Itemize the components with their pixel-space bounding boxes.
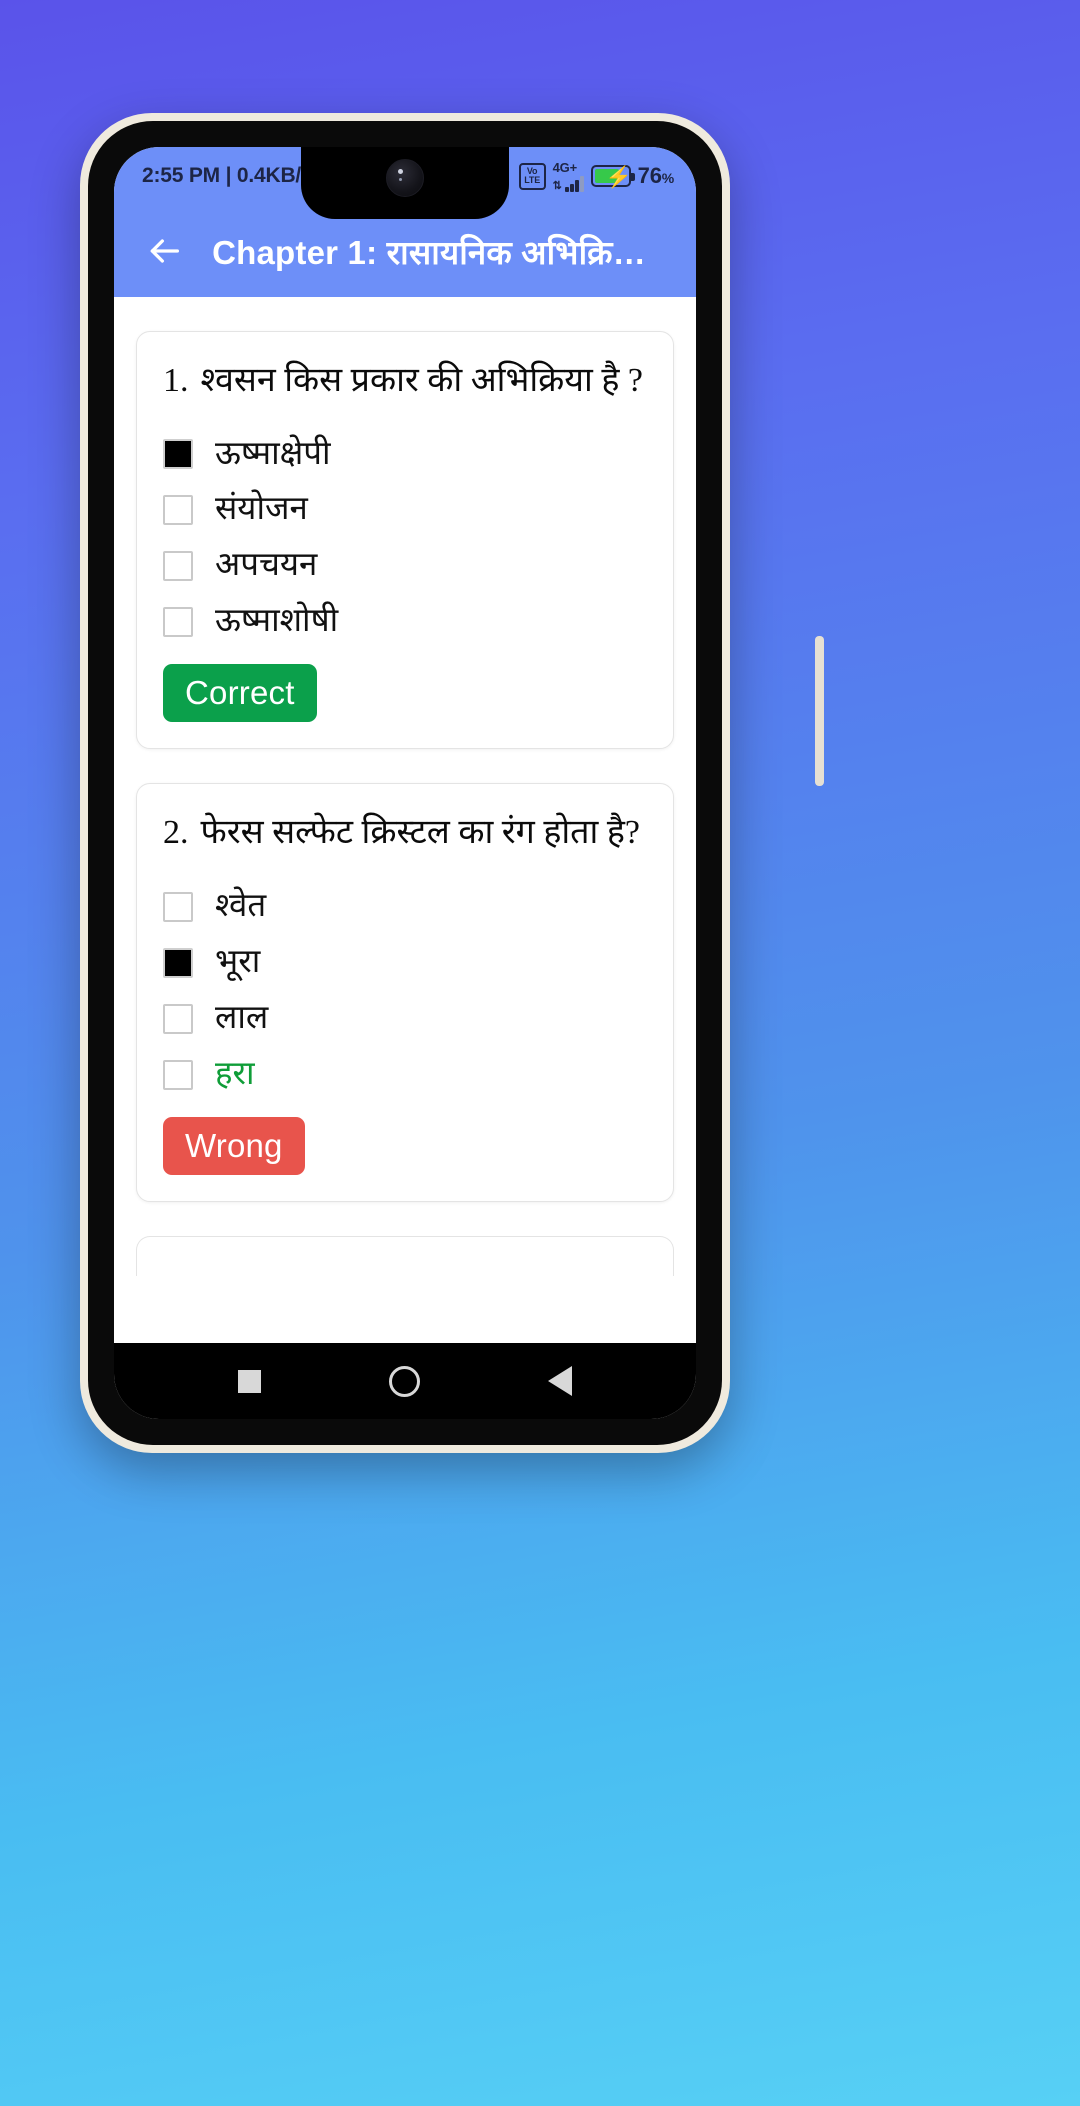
home-button[interactable] bbox=[389, 1365, 420, 1397]
signal-strength-icon: 4G+ ⇅ bbox=[553, 161, 584, 192]
option-row[interactable]: लाल bbox=[163, 991, 647, 1047]
option-label: ऊष्माशोषी bbox=[215, 603, 339, 640]
option-row[interactable]: हरा bbox=[163, 1047, 647, 1103]
option-label: ऊष्माक्षेपी bbox=[215, 435, 331, 472]
network-type-label: 4G+ bbox=[552, 159, 578, 175]
front-camera-icon bbox=[386, 159, 424, 197]
option-label: लाल bbox=[215, 999, 269, 1036]
option-checkbox[interactable] bbox=[163, 439, 193, 470]
option-row[interactable]: अपचयन bbox=[163, 538, 647, 594]
option-row[interactable]: ऊष्माक्षेपी bbox=[163, 427, 647, 483]
option-label: श्वेत bbox=[215, 887, 267, 924]
battery-percent-value: 76 bbox=[637, 163, 662, 188]
question-text: 1. श्वसन किस प्रकार की अभिक्रिया है ? bbox=[163, 360, 647, 403]
option-checkbox[interactable] bbox=[163, 1003, 193, 1034]
option-checkbox[interactable] bbox=[163, 947, 193, 978]
android-navigation-bar bbox=[114, 1343, 696, 1419]
option-checkbox[interactable] bbox=[163, 891, 193, 922]
option-row[interactable]: श्वेत bbox=[163, 879, 647, 935]
page-title: Chapter 1: रासायनिक अभिक्रि… bbox=[212, 233, 646, 271]
status-badge: Wrong bbox=[163, 1116, 305, 1175]
question-body: फेरस सल्फेट क्रिस्टल का रंग होता है? bbox=[200, 814, 641, 852]
volte-icon-bottom: LTE bbox=[524, 175, 540, 185]
recents-button[interactable] bbox=[238, 1369, 261, 1393]
option-row[interactable]: संयोजन bbox=[163, 482, 647, 538]
question-card-partial bbox=[136, 1235, 674, 1276]
back-arrow-icon[interactable] bbox=[136, 223, 192, 279]
status-bar: 2:55 PM | 0.4KB/S Vo LTE 4G+ ⇅ ⚡ 76% bbox=[114, 147, 696, 219]
signal-bar-2 bbox=[569, 183, 574, 192]
volte-icon: Vo LTE bbox=[518, 162, 546, 190]
triangle-back-icon bbox=[548, 1366, 572, 1396]
phone-body: 2:55 PM | 0.4KB/S Vo LTE 4G+ ⇅ ⚡ 76% Cha… bbox=[88, 121, 824, 1445]
status-time-and-network-speed: 2:55 PM | 0.4KB/S bbox=[142, 164, 315, 187]
signal-bar-4 bbox=[579, 175, 584, 192]
option-checkbox[interactable] bbox=[163, 1059, 193, 1090]
status-icons: Vo LTE 4G+ ⇅ ⚡ 76% bbox=[518, 161, 675, 192]
square-recents-icon bbox=[238, 1369, 261, 1393]
question-number: 2. bbox=[163, 814, 189, 852]
question-number: 1. bbox=[163, 362, 189, 399]
question-card: 2. फेरस सल्फेट क्रिस्टल का रंग होता है? श… bbox=[136, 783, 674, 1202]
option-checkbox[interactable] bbox=[163, 607, 193, 638]
data-transfer-arrows-icon: ⇅ bbox=[552, 179, 562, 192]
power-button[interactable] bbox=[815, 636, 824, 786]
option-label: हरा bbox=[215, 1055, 255, 1092]
battery-charging-icon: ⚡ bbox=[590, 165, 635, 189]
option-row[interactable]: ऊष्माशोषी bbox=[163, 594, 647, 650]
option-checkbox[interactable] bbox=[163, 495, 193, 526]
back-button[interactable] bbox=[548, 1366, 572, 1396]
percent-sign: % bbox=[661, 170, 674, 186]
option-label: संयोजन bbox=[215, 491, 308, 528]
charging-bolt-icon: ⚡ bbox=[605, 166, 632, 189]
phone-screen: 2:55 PM | 0.4KB/S Vo LTE 4G+ ⇅ ⚡ 76% Cha… bbox=[114, 147, 696, 1419]
option-label: भूरा bbox=[215, 943, 261, 980]
signal-bar-1 bbox=[564, 186, 569, 192]
signal-bar-3 bbox=[574, 179, 579, 192]
phone-frame: 2:55 PM | 0.4KB/S Vo LTE 4G+ ⇅ ⚡ 76% Cha… bbox=[80, 113, 824, 1453]
circle-home-icon bbox=[389, 1365, 420, 1397]
camera-notch bbox=[301, 147, 509, 219]
question-body: श्वसन किस प्रकार की अभिक्रिया है ? bbox=[200, 362, 643, 399]
option-checkbox[interactable] bbox=[163, 551, 193, 582]
question-text: 2. फेरस सल्फेट क्रिस्टल का रंग होता है? bbox=[163, 812, 647, 855]
status-badge: Correct bbox=[163, 664, 317, 723]
option-label: अपचयन bbox=[215, 547, 318, 584]
option-row[interactable]: भूरा bbox=[163, 935, 647, 991]
battery-percent-label: 76% bbox=[637, 163, 675, 189]
question-card: 1. श्वसन किस प्रकार की अभिक्रिया है ? ऊष्… bbox=[136, 331, 674, 750]
quiz-list[interactable]: 1. श्वसन किस प्रकार की अभिक्रिया है ? ऊष्… bbox=[114, 297, 696, 1343]
signal-bars: ⇅ bbox=[553, 175, 584, 192]
